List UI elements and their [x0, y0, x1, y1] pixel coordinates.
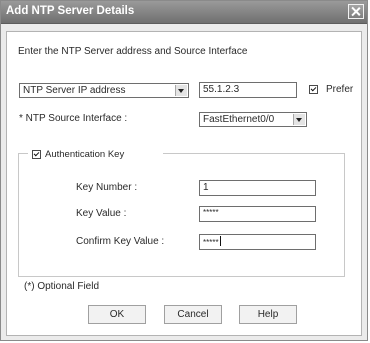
form-panel: Enter the NTP Server address and Source …: [6, 31, 362, 336]
server-type-select[interactable]: NTP Server IP address: [19, 83, 189, 98]
ok-button[interactable]: OK: [88, 305, 146, 324]
chevron-down-icon[interactable]: [175, 85, 187, 96]
confirm-key-value-label: Confirm Key Value :: [76, 236, 165, 247]
server-address-input[interactable]: 55.1.2.3: [199, 82, 297, 98]
chevron-down-icon[interactable]: [293, 114, 305, 125]
title-bar[interactable]: Add NTP Server Details: [1, 1, 367, 24]
text-cursor: [219, 236, 221, 246]
confirm-key-value-input[interactable]: *****: [199, 234, 316, 250]
key-value-label: Key Value :: [76, 208, 127, 219]
dialog-title: Add NTP Server Details: [6, 5, 135, 17]
source-interface-select[interactable]: FastEthernet0/0: [199, 112, 307, 127]
prefer-label: Prefer: [326, 84, 354, 95]
close-icon[interactable]: [348, 4, 364, 19]
cancel-button[interactable]: Cancel: [164, 305, 222, 324]
optional-field-note: (*) Optional Field: [24, 281, 100, 292]
key-number-input[interactable]: 1: [199, 180, 316, 196]
key-value-input[interactable]: *****: [199, 206, 316, 222]
prefer-checkbox[interactable]: [309, 85, 318, 94]
confirm-key-value-text: *****: [203, 238, 219, 247]
key-number-label: Key Number :: [76, 182, 138, 193]
instructions-text: Enter the NTP Server address and Source …: [18, 46, 248, 57]
help-button[interactable]: Help: [239, 305, 297, 324]
server-type-value: NTP Server IP address: [23, 85, 126, 96]
authentication-key-label: Authentication Key: [45, 149, 125, 160]
authentication-key-checkbox[interactable]: [32, 150, 41, 159]
source-interface-label: * NTP Source Interface :: [19, 113, 128, 124]
add-ntp-server-dialog: Add NTP Server Details Enter the NTP Ser…: [0, 0, 368, 341]
source-interface-value: FastEthernet0/0: [203, 114, 275, 125]
